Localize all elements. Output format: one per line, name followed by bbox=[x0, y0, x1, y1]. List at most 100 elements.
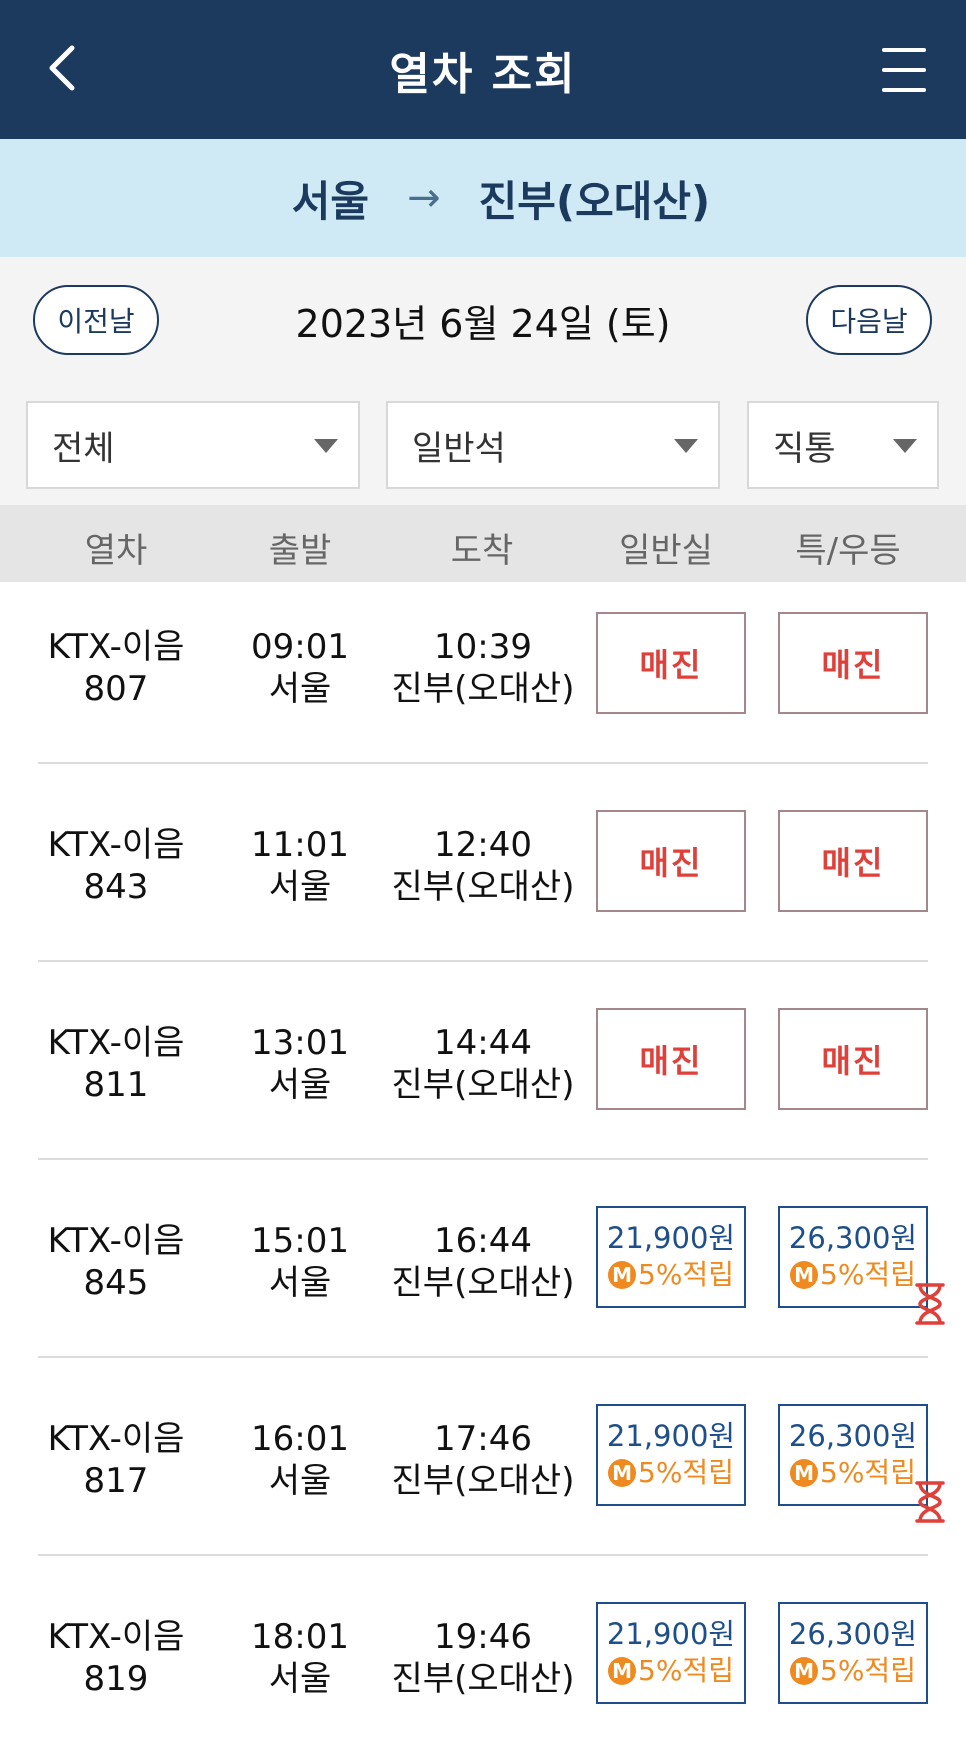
general-seat-button[interactable]: 21,900원 M 5%적립 bbox=[596, 1404, 746, 1506]
general-seat-button[interactable]: 매진 bbox=[596, 1008, 746, 1110]
departure-time: 11:01 bbox=[251, 825, 349, 865]
hamburger-menu-icon bbox=[882, 68, 926, 72]
arrival-station: 진부(오대산) bbox=[391, 1263, 575, 1303]
arrival-station: 진부(오대산) bbox=[391, 1659, 575, 1699]
general-seat-button[interactable]: 21,900원 M 5%적립 bbox=[596, 1206, 746, 1308]
app-header: 열차 조회 bbox=[0, 0, 966, 139]
departure-time: 18:01 bbox=[251, 1617, 349, 1657]
table-row: KTX-이음 817 16:01 서울 17:46 진부(오대산) 21,900원 M 5%적립… bbox=[0, 1374, 966, 1572]
departure-station: 서울 bbox=[268, 867, 332, 907]
train-number: 811 bbox=[83, 1065, 149, 1105]
train-cell: KTX-이음 845 bbox=[26, 1220, 206, 1304]
travel-date: 2023년 6월 24일 (토) bbox=[295, 301, 671, 346]
arrival-time: 14:44 bbox=[434, 1023, 532, 1063]
special-seat-button[interactable]: 26,300원 M 5%적립 bbox=[778, 1404, 928, 1506]
general-seat-button[interactable]: 21,900원 M 5%적립 bbox=[596, 1602, 746, 1704]
route-band: 서울 → 진부(오대산) bbox=[0, 139, 966, 257]
train-name: KTX-이음 bbox=[47, 1617, 185, 1657]
column-header-departure: 출발 bbox=[268, 531, 332, 571]
fare-price: 26,300원 bbox=[788, 1617, 918, 1651]
sold-out-label: 매진 bbox=[821, 1042, 885, 1080]
departure-station: 서울 bbox=[268, 669, 332, 709]
train-cell: KTX-이음 817 bbox=[26, 1418, 206, 1502]
mileage-m-icon: M bbox=[608, 1261, 637, 1289]
mileage-text: 5%적립 bbox=[820, 1258, 916, 1291]
train-number: 843 bbox=[83, 867, 149, 907]
mileage-text: 5%적립 bbox=[820, 1654, 916, 1687]
seat-class-value: 일반석 bbox=[412, 428, 506, 469]
arrival-station: 진부(오대산) bbox=[391, 1065, 575, 1105]
table-row: KTX-이음 843 11:01 서울 12:40 진부(오대산) 매진 매진 bbox=[0, 780, 966, 978]
dropdown-caret-icon bbox=[314, 439, 338, 453]
fare-price: 21,900원 bbox=[606, 1419, 736, 1453]
arrival-cell: 16:44 진부(오대산) bbox=[376, 1220, 590, 1304]
table-row: KTX-이음 845 15:01 서울 16:44 진부(오대산) 21,900원 M 5%적립… bbox=[0, 1176, 966, 1374]
sold-out-label: 매진 bbox=[821, 844, 885, 882]
departure-time: 09:01 bbox=[251, 627, 349, 667]
arrival-cell: 10:39 진부(오대산) bbox=[376, 626, 590, 710]
departure-station: 서울 bbox=[268, 1263, 332, 1303]
prev-day-button[interactable]: 이전날 bbox=[33, 285, 159, 355]
train-cell: KTX-이음 819 bbox=[26, 1616, 206, 1700]
train-number: 845 bbox=[83, 1263, 149, 1303]
mileage-note: M 5%적립 bbox=[790, 1256, 916, 1294]
hamburger-menu-icon bbox=[882, 48, 926, 52]
train-cell: KTX-이음 843 bbox=[26, 824, 206, 908]
train-type-select[interactable]: 전체 bbox=[26, 401, 360, 489]
train-name: KTX-이음 bbox=[47, 1023, 185, 1063]
mileage-text: 5%적립 bbox=[638, 1654, 734, 1687]
route-from: 서울 bbox=[291, 176, 370, 226]
sold-out-label: 매진 bbox=[821, 646, 885, 684]
arrival-station: 진부(오대산) bbox=[391, 1461, 575, 1501]
special-seat-button[interactable]: 매진 bbox=[778, 1008, 928, 1110]
mileage-m-icon: M bbox=[790, 1261, 819, 1289]
row-divider bbox=[38, 1158, 928, 1160]
hourglass-icon[interactable] bbox=[913, 1282, 947, 1326]
special-seat-button[interactable]: 매진 bbox=[778, 810, 928, 912]
special-seat-button[interactable]: 매진 bbox=[778, 612, 928, 714]
arrival-station: 진부(오대산) bbox=[391, 867, 575, 907]
hourglass-icon[interactable] bbox=[913, 1480, 947, 1524]
mileage-m-icon: M bbox=[608, 1657, 637, 1685]
arrival-time: 10:39 bbox=[434, 627, 532, 667]
hamburger-menu-icon bbox=[882, 88, 926, 92]
route-to: 진부(오대산) bbox=[478, 176, 711, 226]
special-seat-button[interactable]: 26,300원 M 5%적립 bbox=[778, 1602, 928, 1704]
page-title: 열차 조회 bbox=[389, 48, 577, 100]
departure-station: 서울 bbox=[268, 1659, 332, 1699]
train-name: KTX-이음 bbox=[47, 1221, 185, 1261]
row-divider bbox=[38, 762, 928, 764]
mileage-note: M 5%적립 bbox=[608, 1652, 734, 1690]
mileage-note: M 5%적립 bbox=[608, 1256, 734, 1294]
special-seat-button[interactable]: 26,300원 M 5%적립 bbox=[778, 1206, 928, 1308]
train-name: KTX-이음 bbox=[47, 825, 185, 865]
fare-price: 21,900원 bbox=[606, 1221, 736, 1255]
departure-cell: 11:01 서울 bbox=[210, 824, 390, 908]
general-seat-button[interactable]: 매진 bbox=[596, 810, 746, 912]
column-header-special: 특/우등 bbox=[795, 531, 901, 571]
table-row: KTX-이음 819 18:01 서울 19:46 진부(오대산) 21,900원 M 5%적립… bbox=[0, 1572, 966, 1740]
row-divider bbox=[38, 1554, 928, 1556]
column-header-arrival: 도착 bbox=[450, 531, 514, 571]
mileage-m-icon: M bbox=[790, 1459, 819, 1487]
fare-price: 26,300원 bbox=[788, 1419, 918, 1453]
general-seat-button[interactable]: 매진 bbox=[596, 612, 746, 714]
route-type-select[interactable]: 직통 bbox=[747, 401, 939, 489]
fare-price: 21,900원 bbox=[606, 1617, 736, 1651]
arrival-time: 12:40 bbox=[434, 825, 532, 865]
menu-button[interactable] bbox=[864, 30, 944, 110]
sold-out-label: 매진 bbox=[639, 844, 703, 882]
seat-class-select[interactable]: 일반석 bbox=[386, 401, 720, 489]
dropdown-caret-icon bbox=[893, 439, 917, 453]
next-day-button[interactable]: 다음날 bbox=[806, 285, 932, 355]
train-name: KTX-이음 bbox=[47, 1419, 185, 1459]
sold-out-label: 매진 bbox=[639, 646, 703, 684]
mileage-m-icon: M bbox=[790, 1657, 819, 1685]
train-name: KTX-이음 bbox=[47, 627, 185, 667]
arrow-right-icon: → bbox=[407, 175, 441, 221]
table-row: KTX-이음 811 13:01 서울 14:44 진부(오대산) 매진 매진 bbox=[0, 978, 966, 1176]
route-type-value: 직통 bbox=[773, 428, 836, 469]
departure-station: 서울 bbox=[268, 1461, 332, 1501]
train-number: 817 bbox=[83, 1461, 149, 1501]
departure-cell: 15:01 서울 bbox=[210, 1220, 390, 1304]
